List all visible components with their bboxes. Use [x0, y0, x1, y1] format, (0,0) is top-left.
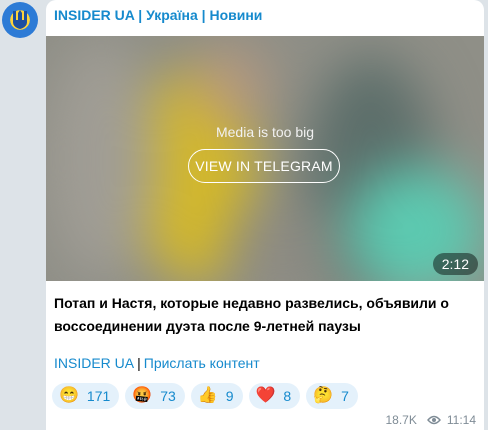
reactions-bar: 😁 171 🤬 73 👍 9 ❤️ 8 🤔 7 — [52, 383, 358, 409]
angry-emoji-icon: 🤬 — [132, 387, 153, 404]
heart-emoji-icon: ❤️ — [255, 387, 276, 404]
trident-icon — [13, 10, 27, 29]
reaction-count: 171 — [86, 388, 111, 404]
grin-emoji-icon: 😁 — [59, 387, 79, 404]
message-time: 11:14 — [446, 413, 476, 427]
reaction-angry[interactable]: 🤬 73 — [125, 383, 185, 409]
footer-links: INSIDER UA | Прислать контент — [54, 355, 260, 371]
message-text: Потап и Настя, которые недавно развелись… — [54, 295, 449, 334]
reaction-grin[interactable]: 😁 171 — [52, 383, 120, 409]
reaction-count: 7 — [341, 388, 349, 404]
view-count: 18.7K — [385, 413, 417, 427]
reaction-thinking[interactable]: 🤔 7 — [306, 383, 358, 409]
reaction-heart[interactable]: ❤️ 8 — [248, 383, 301, 409]
video-preview[interactable]: Media is too big VIEW IN TELEGRAM 2:12 — [46, 36, 484, 281]
message-meta: 18.7K 11:14 — [386, 413, 477, 427]
eye-icon — [426, 415, 441, 425]
channel-name[interactable]: INSIDER UA | Україна | Новини — [54, 7, 262, 23]
reaction-thumbs-up[interactable]: 👍 9 — [190, 383, 243, 409]
submit-content-link[interactable]: Прислать контент — [144, 355, 260, 371]
media-too-big-text: Media is too big — [215, 124, 315, 140]
video-duration-badge: 2:12 — [432, 253, 478, 275]
reaction-count: 9 — [225, 388, 234, 404]
view-in-telegram-button[interactable]: VIEW IN TELEGRAM — [188, 149, 340, 183]
thumbs-up-emoji-icon: 👍 — [197, 387, 218, 404]
channel-avatar[interactable] — [2, 2, 38, 38]
reaction-count: 73 — [160, 388, 176, 404]
message-bubble: INSIDER UA | Україна | Новини Media is t… — [46, 0, 484, 430]
link-separator: | — [137, 355, 141, 371]
reaction-count: 8 — [283, 388, 292, 404]
channel-link[interactable]: INSIDER UA — [54, 355, 134, 371]
thinking-emoji-icon: 🤔 — [313, 387, 334, 404]
